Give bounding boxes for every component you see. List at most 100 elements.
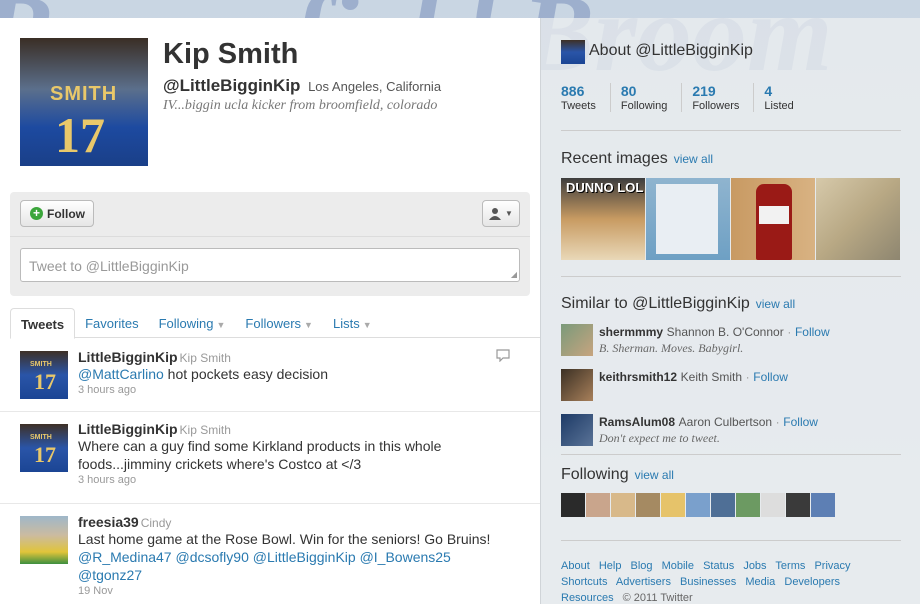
footer-link[interactable]: Privacy xyxy=(814,560,850,572)
divider xyxy=(561,276,901,277)
stat-following[interactable]: 80 Following xyxy=(621,83,683,112)
recent-image[interactable]: DUNNO LOL xyxy=(561,178,645,260)
following-avatar[interactable] xyxy=(586,493,610,517)
similar-username[interactable]: RamsAlum08 xyxy=(599,415,675,429)
footer-link[interactable]: Mobile xyxy=(662,560,694,572)
tweet-timestamp[interactable]: 19 Nov xyxy=(78,585,516,597)
following-avatar[interactable] xyxy=(811,493,835,517)
tab-followers[interactable]: Followers ▼ xyxy=(235,308,323,338)
chevron-down-icon: ▼ xyxy=(304,320,313,330)
footer-link[interactable]: Jobs xyxy=(743,560,766,572)
tweet-username[interactable]: freesia39 xyxy=(78,514,139,530)
image-label-shape xyxy=(759,206,789,224)
divider xyxy=(561,130,901,131)
footer-link[interactable]: About xyxy=(561,560,590,572)
footer-link[interactable]: Help xyxy=(599,560,622,572)
stat-followers[interactable]: 219 Followers xyxy=(692,83,755,112)
similar-follow-link[interactable]: Follow xyxy=(753,370,788,384)
following-avatar[interactable] xyxy=(661,493,685,517)
jersey-name: SMITH xyxy=(30,361,52,368)
tab-lists[interactable]: Lists ▼ xyxy=(323,308,382,338)
recent-image[interactable] xyxy=(816,178,900,260)
footer-link[interactable]: Businesses xyxy=(680,576,736,588)
stat-tweets[interactable]: 886 Tweets xyxy=(561,83,611,112)
tweet-avatar[interactable]: SMITH 17 xyxy=(20,351,68,399)
tweet-username[interactable]: LittleBigginKip xyxy=(78,421,178,437)
image-caption: DUNNO LOL xyxy=(566,180,644,195)
similar-username[interactable]: shermmmy xyxy=(599,325,663,339)
following-avatar[interactable] xyxy=(786,493,810,517)
footer-link[interactable]: Media xyxy=(745,576,775,588)
following-avatar[interactable] xyxy=(711,493,735,517)
tweet-placeholder: Tweet to @LittleBigginKip xyxy=(29,258,189,274)
similar-user-info: shermmmy Shannon B. O'Connor · Follow B.… xyxy=(599,324,830,356)
recent-images-view-all-link[interactable]: view all xyxy=(674,152,713,166)
user-actions-menu-button[interactable]: ▼ xyxy=(482,200,520,227)
jersey-number: 17 xyxy=(34,369,56,394)
tweet-text: Last home game at the Rose Bowl. Win for… xyxy=(78,530,516,584)
similar-user-bio: B. Sherman. Moves. Babygirl. xyxy=(599,341,744,355)
similar-follow-link[interactable]: Follow xyxy=(783,415,818,429)
tweet-item[interactable]: freesia39 Cindy Last home game at the Ros… xyxy=(0,504,540,604)
footer-link[interactable]: Shortcuts xyxy=(561,576,607,588)
following-avatar[interactable] xyxy=(561,493,585,517)
tweet-mention-link[interactable]: @I_Bowens25 xyxy=(360,549,451,565)
similar-user-avatar[interactable] xyxy=(561,324,593,356)
tab-label: Tweets xyxy=(21,317,65,332)
tweet-mention-link[interactable]: @dcsofly90 xyxy=(176,549,249,565)
similar-user-row: RamsAlum08 Aaron Culbertson · Follow Don… xyxy=(561,414,906,450)
tweet-username[interactable]: LittleBigginKip xyxy=(78,349,178,365)
tweet-content: LittleBigginKip Kip Smith @MattCarlino ho… xyxy=(78,349,516,396)
tab-tweets[interactable]: Tweets xyxy=(10,308,76,339)
tab-favorites[interactable]: Favorites xyxy=(75,308,148,338)
footer-link[interactable]: Status xyxy=(703,560,734,572)
footer-link[interactable]: Terms xyxy=(775,560,805,572)
tweet-avatar[interactable]: SMITH 17 xyxy=(20,424,68,472)
recent-image[interactable] xyxy=(646,178,730,260)
similar-user-info: RamsAlum08 Aaron Culbertson · Follow Don… xyxy=(599,414,818,446)
resize-handle-icon[interactable]: ◢ xyxy=(511,271,517,279)
tweet-mention-link[interactable]: @R_Medina47 xyxy=(78,549,172,565)
similar-follow-link[interactable]: Follow xyxy=(795,325,830,339)
following-view-all-link[interactable]: view all xyxy=(635,468,674,482)
recent-images-title: Recent images xyxy=(561,150,668,167)
tweet-item[interactable]: SMITH 17 LittleBigginKip Kip Smith Where … xyxy=(0,412,540,504)
profile-sidebar: About @LittleBigginKip 886 Tweets 80 Follo… xyxy=(540,18,920,604)
profile-avatar[interactable]: SMITH 17 xyxy=(20,38,148,166)
tweet-avatar[interactable] xyxy=(20,516,68,564)
tweet-item[interactable]: SMITH 17 LittleBigginKip Kip Smith @MattC… xyxy=(0,339,540,412)
about-heading: About @LittleBigginKip xyxy=(589,42,753,59)
stat-listed[interactable]: 4 Listed xyxy=(764,83,807,112)
following-avatar[interactable] xyxy=(761,493,785,517)
follow-button[interactable]: + Follow xyxy=(20,200,94,227)
tweet-timestamp[interactable]: 3 hours ago xyxy=(78,384,516,396)
following-avatar[interactable] xyxy=(686,493,710,517)
tweet-mention-link[interactable]: @tgonz27 xyxy=(78,567,142,583)
footer-link[interactable]: Developers xyxy=(784,576,840,588)
chevron-down-icon: ▼ xyxy=(505,209,513,218)
tweet-content: LittleBigginKip Kip Smith Where can a guy… xyxy=(78,421,516,486)
following-avatar[interactable] xyxy=(636,493,660,517)
jersey-number: 17 xyxy=(55,107,105,163)
similar-user-row: keithrsmith12 Keith Smith · Follow xyxy=(561,369,906,405)
divider xyxy=(561,454,901,455)
following-avatar[interactable] xyxy=(736,493,760,517)
tweet-mention-link[interactable]: @MattCarlino xyxy=(78,366,164,382)
similar-user-avatar[interactable] xyxy=(561,369,593,401)
tweet-mention-link[interactable]: @LittleBigginKip xyxy=(253,549,356,565)
about-avatar[interactable] xyxy=(561,40,585,64)
tweet-to-input[interactable]: Tweet to @LittleBigginKip ◢ xyxy=(20,248,520,282)
separator: · xyxy=(787,325,792,339)
footer-link[interactable]: Blog xyxy=(631,560,653,572)
footer-link[interactable]: Resources xyxy=(561,592,614,604)
similar-username[interactable]: keithrsmith12 xyxy=(599,370,677,384)
following-avatar[interactable] xyxy=(611,493,635,517)
recent-image[interactable] xyxy=(731,178,815,260)
footer-link[interactable]: Advertisers xyxy=(616,576,671,588)
tweet-body: Last home game at the Rose Bowl. Win for… xyxy=(78,531,491,547)
tweet-timestamp[interactable]: 3 hours ago xyxy=(78,474,516,486)
reply-icon[interactable] xyxy=(496,349,510,362)
similar-view-all-link[interactable]: view all xyxy=(756,297,795,311)
similar-user-avatar[interactable] xyxy=(561,414,593,446)
tab-following[interactable]: Following ▼ xyxy=(149,308,236,338)
